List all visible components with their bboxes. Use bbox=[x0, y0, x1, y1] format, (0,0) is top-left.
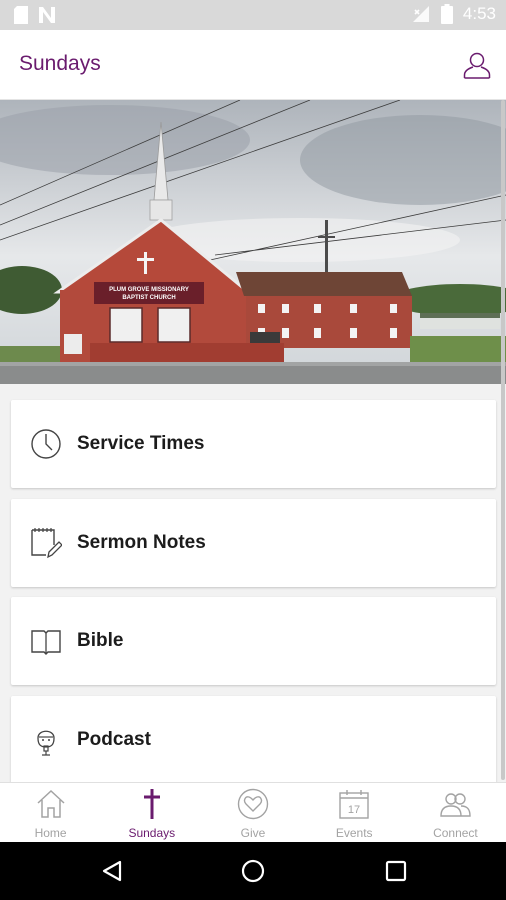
nav-label: Sundays bbox=[128, 826, 176, 840]
heart-circle-icon bbox=[237, 788, 269, 820]
open-book-icon bbox=[31, 630, 61, 655]
people-icon bbox=[440, 793, 472, 817]
nav-item-home[interactable]: Home bbox=[0, 783, 101, 842]
menu-item-label: Podcast bbox=[77, 729, 151, 750]
user-icon bbox=[463, 52, 491, 79]
status-bar: 4:53 bbox=[0, 0, 506, 30]
scrollbar[interactable] bbox=[501, 100, 505, 780]
nav-label: Events bbox=[335, 826, 373, 840]
menu-item-label: Service Times bbox=[77, 433, 205, 454]
calendar-day: 17 bbox=[348, 804, 360, 816]
menu-item-bible[interactable]: Bible bbox=[11, 597, 496, 685]
signal-icon bbox=[412, 6, 429, 22]
battery-icon bbox=[440, 4, 453, 24]
nav-item-give[interactable]: Give bbox=[202, 783, 303, 842]
menu-item-label: Sermon Notes bbox=[77, 532, 206, 553]
nav-item-events[interactable]: 17 Events bbox=[304, 783, 405, 842]
nav-label: Connect bbox=[433, 826, 478, 840]
clock-icon bbox=[31, 429, 61, 459]
recents-square-icon[interactable] bbox=[384, 859, 408, 883]
microphone-person-icon bbox=[37, 730, 55, 756]
menu-item-service-times[interactable]: Service Times bbox=[11, 400, 496, 488]
back-triangle-icon[interactable] bbox=[100, 859, 124, 883]
home-icon bbox=[37, 789, 65, 818]
menu-item-label: Bible bbox=[77, 630, 124, 651]
nav-label: Give bbox=[240, 826, 266, 840]
nav-item-connect[interactable]: Connect bbox=[405, 783, 506, 842]
notification-n-icon bbox=[39, 7, 55, 23]
nav-label: Home bbox=[34, 826, 67, 840]
menu-item-sermon-notes[interactable]: Sermon Notes bbox=[11, 499, 496, 587]
system-nav-bar bbox=[0, 842, 506, 900]
notepad-pencil-icon bbox=[31, 528, 62, 559]
menu-item-podcast[interactable]: Podcast bbox=[11, 696, 496, 782]
calendar-icon: 17 bbox=[339, 790, 369, 819]
bottom-nav: Home Sundays Give 17 Events Connect bbox=[0, 782, 506, 842]
church-sign-line1: PLUM GROVE MISSIONARY bbox=[109, 287, 189, 293]
church-photo: PLUM GROVE MISSIONARY BAPTIST CHURCH bbox=[0, 100, 506, 384]
page-title: Sundays bbox=[19, 52, 101, 75]
profile-button[interactable] bbox=[462, 50, 492, 80]
church-sign-line2: BAPTIST CHURCH bbox=[122, 295, 175, 301]
app-bar: Sundays bbox=[0, 30, 506, 100]
sd-card-icon bbox=[14, 6, 28, 24]
nav-item-sundays[interactable]: Sundays bbox=[101, 783, 202, 842]
home-circle-icon[interactable] bbox=[241, 859, 265, 883]
menu-list: Service Times Sermon Notes Bible Podcast bbox=[0, 384, 506, 782]
cross-icon bbox=[143, 789, 160, 819]
status-time: 4:53 bbox=[462, 4, 496, 23]
